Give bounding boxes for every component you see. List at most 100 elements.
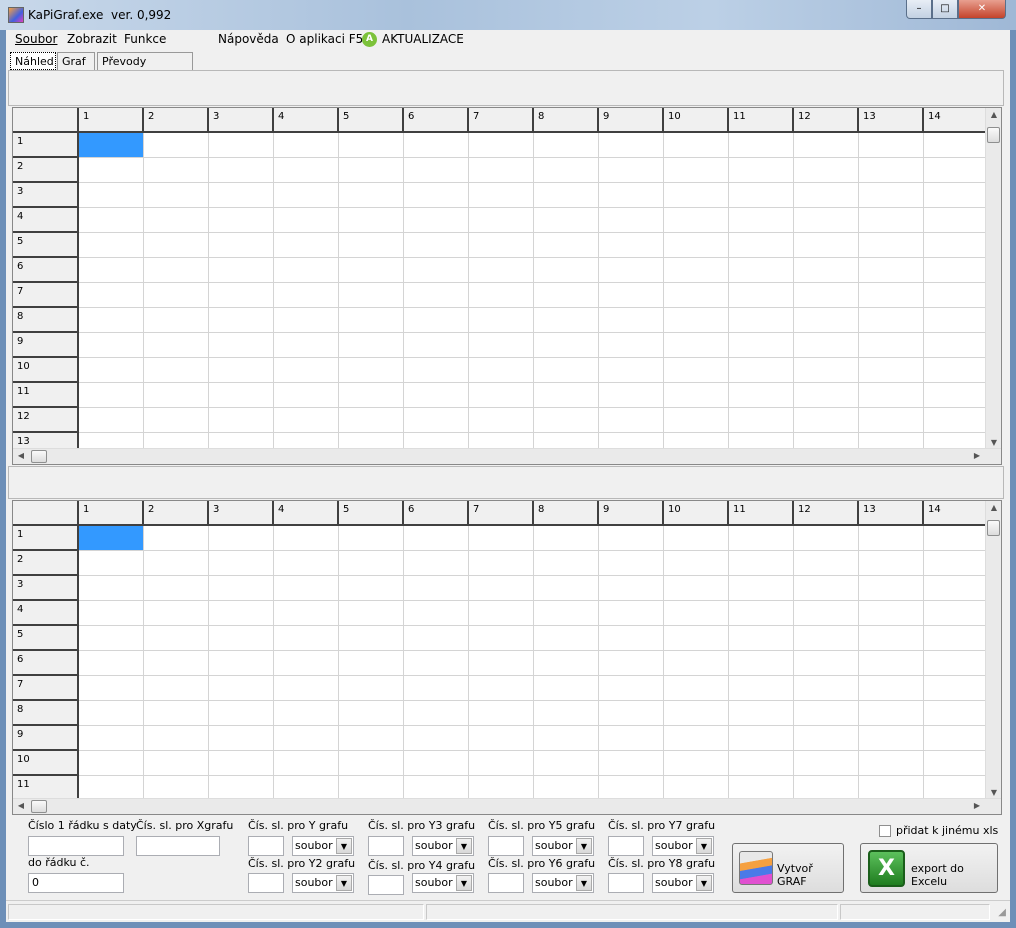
row-header[interactable]: 6 xyxy=(13,258,79,283)
grid-cell[interactable] xyxy=(79,751,144,776)
grid-cell[interactable] xyxy=(274,601,339,626)
chevron-down-icon[interactable]: ▼ xyxy=(456,875,472,891)
column-header[interactable]: 10 xyxy=(664,108,729,133)
grid-cell[interactable] xyxy=(664,601,729,626)
grid-cell[interactable] xyxy=(599,551,664,576)
chevron-down-icon[interactable]: ▼ xyxy=(456,838,472,854)
grid-cell[interactable] xyxy=(664,333,729,358)
scroll-up-icon[interactable]: ▲ xyxy=(986,110,1001,119)
row-header[interactable]: 2 xyxy=(13,551,79,576)
grid-cell[interactable] xyxy=(534,183,599,208)
first-row-input[interactable] xyxy=(28,836,124,856)
grid-cell[interactable] xyxy=(469,751,534,776)
grid-cell[interactable] xyxy=(599,308,664,333)
grid-cell[interactable] xyxy=(339,751,404,776)
grid-cell[interactable] xyxy=(79,701,144,726)
scroll-down-icon[interactable]: ▼ xyxy=(986,438,1001,447)
grid-cell[interactable] xyxy=(794,408,859,433)
grid-cell[interactable] xyxy=(664,651,729,676)
grid-cell[interactable] xyxy=(404,233,469,258)
row-header[interactable]: 7 xyxy=(13,283,79,308)
grid-cell[interactable] xyxy=(729,133,794,158)
grid-cell[interactable] xyxy=(469,526,534,551)
grid-cell[interactable] xyxy=(469,233,534,258)
grid-cell[interactable] xyxy=(599,183,664,208)
grid-cell[interactable] xyxy=(729,308,794,333)
grid-cell[interactable] xyxy=(209,626,274,651)
grid-cell[interactable] xyxy=(794,158,859,183)
file-select[interactable]: soubor 1 ▼ xyxy=(532,836,594,856)
grid-cell[interactable] xyxy=(404,158,469,183)
grid-cell[interactable] xyxy=(79,283,144,308)
grid-cell[interactable] xyxy=(469,626,534,651)
grid-cell[interactable] xyxy=(469,258,534,283)
grid-cell[interactable] xyxy=(144,701,209,726)
grid-cell[interactable] xyxy=(664,676,729,701)
menu-aktualizace[interactable]: AKTUALIZACE xyxy=(382,32,464,46)
grid-cell[interactable] xyxy=(924,626,989,651)
grid-cell[interactable] xyxy=(794,626,859,651)
grid-cell[interactable] xyxy=(859,283,924,308)
column-header[interactable]: 9 xyxy=(599,501,664,526)
grid-cell[interactable] xyxy=(664,358,729,383)
y-col-input[interactable] xyxy=(368,836,404,856)
scrollbar-thumb[interactable] xyxy=(987,127,1000,143)
grid-cell[interactable] xyxy=(534,576,599,601)
grid-cell[interactable] xyxy=(924,551,989,576)
grid-cell[interactable] xyxy=(534,308,599,333)
column-header[interactable]: 14 xyxy=(924,108,989,133)
grid-cell[interactable] xyxy=(599,601,664,626)
grid-cell[interactable] xyxy=(599,408,664,433)
column-header[interactable]: 8 xyxy=(534,108,599,133)
grid-cell[interactable] xyxy=(534,526,599,551)
grid-cell[interactable] xyxy=(534,676,599,701)
menu-o-aplikaci[interactable]: O aplikaci F5 xyxy=(286,32,363,46)
grid-cell[interactable] xyxy=(664,701,729,726)
grid-cell[interactable] xyxy=(144,751,209,776)
grid-cell[interactable] xyxy=(209,183,274,208)
grid-cell[interactable] xyxy=(859,408,924,433)
grid-cell[interactable] xyxy=(924,333,989,358)
scroll-right-icon[interactable]: ▶ xyxy=(969,451,985,460)
grid-cell[interactable] xyxy=(339,701,404,726)
grid-cell[interactable] xyxy=(144,626,209,651)
grid-cell[interactable] xyxy=(274,551,339,576)
grid-cell[interactable] xyxy=(794,383,859,408)
grid-cell[interactable] xyxy=(729,158,794,183)
grid-cell[interactable] xyxy=(924,308,989,333)
minimize-button[interactable]: – xyxy=(906,0,932,19)
grid-cell[interactable] xyxy=(209,308,274,333)
grid-cell[interactable] xyxy=(339,576,404,601)
grid-cell[interactable] xyxy=(79,408,144,433)
grid-cell[interactable] xyxy=(144,358,209,383)
grid-cell[interactable] xyxy=(924,258,989,283)
grid-cell[interactable] xyxy=(144,576,209,601)
grid-cell[interactable] xyxy=(794,726,859,751)
grid-cell[interactable] xyxy=(859,726,924,751)
grid-cell[interactable] xyxy=(859,258,924,283)
grid-cell[interactable] xyxy=(664,233,729,258)
grid-cell[interactable] xyxy=(404,751,469,776)
grid-cell[interactable] xyxy=(209,551,274,576)
grid-cell[interactable] xyxy=(794,333,859,358)
column-header[interactable]: 1 xyxy=(79,108,144,133)
grid-cell[interactable] xyxy=(794,358,859,383)
grid-cell[interactable] xyxy=(859,551,924,576)
column-header[interactable]: 1 xyxy=(79,501,144,526)
grid-cell[interactable] xyxy=(144,726,209,751)
grid-cell[interactable] xyxy=(469,408,534,433)
column-header[interactable]: 6 xyxy=(404,108,469,133)
grid-cell[interactable] xyxy=(859,333,924,358)
menu-soubor[interactable]: Soubor xyxy=(15,32,57,46)
grid-cell[interactable] xyxy=(599,208,664,233)
grid-cell[interactable] xyxy=(924,133,989,158)
grid-cell[interactable] xyxy=(664,551,729,576)
grid-cell[interactable] xyxy=(729,208,794,233)
grid-cell[interactable] xyxy=(664,158,729,183)
row-header[interactable]: 8 xyxy=(13,701,79,726)
grid-cell[interactable] xyxy=(729,358,794,383)
grid-cell[interactable] xyxy=(209,233,274,258)
grid-cell[interactable] xyxy=(79,258,144,283)
grid-cell[interactable] xyxy=(144,208,209,233)
tab-graf[interactable]: Graf xyxy=(57,52,95,70)
